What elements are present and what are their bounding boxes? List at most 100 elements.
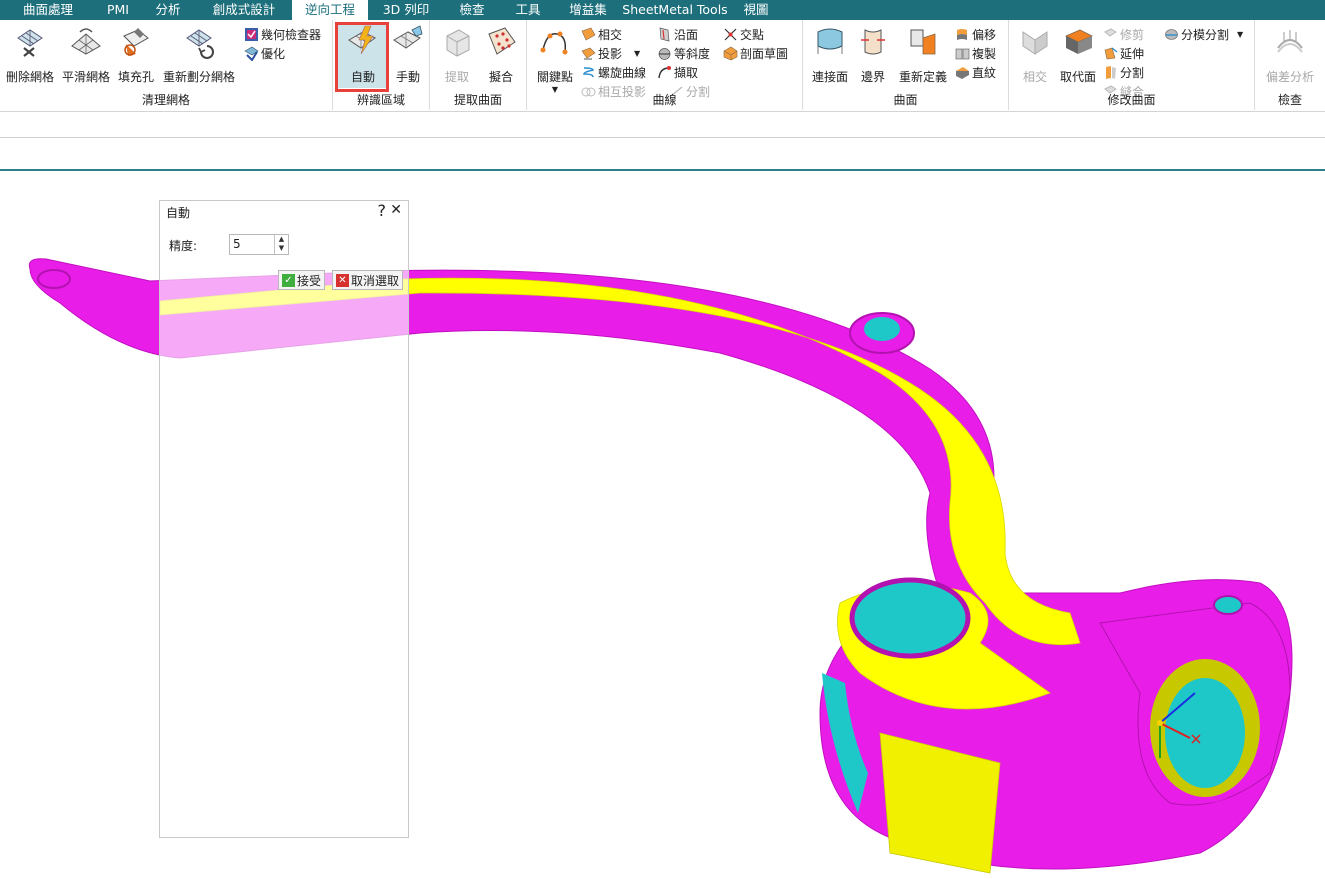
accept-button[interactable]: ✓ 接受: [278, 270, 326, 290]
section-sketch-button[interactable]: 剖面草圖: [723, 44, 788, 62]
cancel-selection-label: 取消選取: [351, 273, 400, 288]
close-icon[interactable]: ✕: [390, 202, 402, 218]
fit-button[interactable]: 擬合: [480, 24, 522, 85]
geometry-checker-button[interactable]: 幾何檢查器: [244, 25, 321, 43]
intersection-point-button[interactable]: 交點: [723, 25, 764, 43]
delete-mesh-icon: [17, 29, 43, 57]
stepper-up-icon[interactable]: ▲: [275, 235, 288, 244]
offset-button[interactable]: 偏移: [955, 25, 996, 43]
key-points-button[interactable]: 關鍵點 ▼: [531, 24, 579, 94]
redefine-icon: [910, 29, 936, 55]
surface-split-label: 分割: [1120, 65, 1145, 80]
surface-split-button[interactable]: 分割: [1103, 63, 1144, 81]
project-icon: [581, 47, 596, 59]
copy-surface-button[interactable]: 複製: [955, 44, 996, 62]
deviation-icon: [1277, 30, 1303, 53]
surface-intersect-button[interactable]: 相交: [1015, 24, 1055, 85]
spiral-curve-button[interactable]: 螺旋曲線: [581, 63, 646, 81]
offset-icon: [957, 28, 967, 40]
group-surfaces: 連接面 邊界 重新定義 偏移 複製 直紋 曲面: [803, 20, 1009, 110]
boundary-icon: [861, 29, 885, 55]
ribbon: 刪除網格 平滑網格 填充孔 重新劃分網格 幾何檢查器 優化 清理網格 自動 手動…: [0, 20, 1325, 112]
optimize-button[interactable]: 優化: [244, 44, 285, 62]
blend-icon: [817, 28, 843, 54]
extract-button[interactable]: 提取: [436, 24, 478, 85]
tab-pmi[interactable]: PMI: [96, 0, 140, 20]
intersect-icon: [1022, 31, 1048, 55]
copy-surface-label: 複製: [972, 46, 997, 61]
tab-generative-design[interactable]: 創成式設計: [196, 0, 292, 20]
fill-hole-button[interactable]: 填充孔: [115, 24, 157, 85]
intersection-point-icon: [724, 28, 737, 40]
curve-intersect-label: 相交: [598, 27, 623, 42]
menu-bar: 曲面處理 PMI 分析 創成式設計 逆向工程 3D 列印 檢查 工具 增益集 S…: [0, 0, 1325, 20]
group-curves: 關鍵點 ▼ 相交 投影 ▼ 螺旋曲線 相互投影 沿面 等斜度 擷取 分割 交點 …: [527, 20, 803, 110]
isocline-button[interactable]: 等斜度: [657, 44, 710, 62]
precision-value[interactable]: 5: [233, 237, 241, 251]
tab-add-ins[interactable]: 增益集: [556, 0, 620, 20]
ruled-button[interactable]: 直紋: [955, 63, 996, 81]
smooth-mesh-icon: [71, 28, 101, 55]
project-label: 投影: [598, 46, 623, 61]
delete-mesh-label: 刪除網格: [5, 70, 54, 84]
delete-mesh-button[interactable]: 刪除網格: [4, 24, 56, 85]
remesh-icon: [186, 29, 214, 59]
extract-label: 提取: [444, 70, 469, 84]
optimize-icon: [244, 46, 259, 61]
replace-face-button[interactable]: 取代面: [1055, 24, 1101, 85]
parting-split-dropdown-icon[interactable]: ▼: [1237, 30, 1243, 39]
manual-region-icon: [393, 25, 423, 49]
section-sketch-label: 剖面草圖: [740, 46, 789, 61]
key-points-icon: [540, 31, 568, 55]
geometry-checker-label: 幾何檢查器: [261, 27, 322, 42]
along-face-button[interactable]: 沿面: [657, 25, 698, 43]
parting-split-label: 分模分割: [1181, 27, 1230, 42]
spiral-curve-label: 螺旋曲線: [598, 65, 647, 80]
project-button[interactable]: 投影 ▼: [581, 44, 640, 62]
surface-intersect-label: 相交: [1022, 70, 1047, 84]
tab-tools[interactable]: 工具: [500, 0, 556, 20]
curve-intersect-button[interactable]: 相交: [581, 25, 622, 43]
isocline-icon: [658, 47, 671, 60]
remesh-button[interactable]: 重新劃分網格: [159, 24, 239, 85]
tab-analysis[interactable]: 分析: [140, 0, 196, 20]
manual-region-button[interactable]: 手動: [389, 24, 427, 85]
deviation-analysis-label: 偏差分析: [1265, 70, 1314, 84]
tab-reverse-engineering[interactable]: 逆向工程: [292, 0, 368, 20]
smooth-mesh-label: 平滑網格: [61, 70, 110, 84]
boundary-button[interactable]: 邊界: [853, 24, 893, 85]
trim-button[interactable]: 修剪: [1103, 25, 1144, 43]
along-face-icon: [659, 27, 670, 41]
extend-button[interactable]: 延伸: [1103, 44, 1144, 62]
tab-inspect[interactable]: 檢查: [444, 0, 500, 20]
group-label-inspect: 檢查: [1277, 93, 1302, 107]
optimize-label: 優化: [261, 46, 286, 61]
smooth-mesh-button[interactable]: 平滑網格: [58, 24, 114, 85]
help-icon[interactable]: ?: [378, 201, 387, 220]
tab-view[interactable]: 視圖: [730, 0, 782, 20]
deviation-analysis-button[interactable]: 偏差分析: [1259, 24, 1321, 85]
project-dropdown-icon[interactable]: ▼: [634, 49, 640, 58]
mesh-bracket-hole: [1213, 595, 1243, 615]
redefine-button[interactable]: 重新定義: [895, 24, 951, 85]
group-label-clean-mesh: 清理網格: [141, 93, 190, 107]
blend-button[interactable]: 連接面: [809, 24, 851, 85]
extend-icon: [1104, 46, 1118, 59]
stepper-down-icon[interactable]: ▼: [275, 244, 288, 253]
parting-split-button[interactable]: 分模分割 ▼: [1164, 25, 1243, 43]
tab-surface-processing[interactable]: 曲面處理: [0, 0, 96, 20]
trim-icon: [1104, 27, 1117, 37]
auto-dialog: 自動 ? ✕ 精度: 5 ▲ ▼ ✓ 接受 ✕ 取消選取: [159, 200, 409, 838]
surface-split-icon: [1106, 65, 1116, 79]
boundary-label: 邊界: [860, 70, 885, 84]
command-bar: [0, 113, 1325, 138]
tab-sheetmetal-tools[interactable]: SheetMetal Tools: [620, 0, 730, 20]
precision-stepper[interactable]: 5 ▲ ▼: [229, 234, 289, 255]
remesh-label: 重新劃分網格: [162, 70, 235, 84]
group-modify-surface: 相交 取代面 修剪 延伸 分割 縫合 分模分割 ▼ 修改曲面: [1009, 20, 1255, 110]
tab-3d-print[interactable]: 3D 列印: [368, 0, 444, 20]
key-points-label: 關鍵點: [536, 70, 573, 84]
cancel-selection-button[interactable]: ✕ 取消選取: [332, 270, 404, 290]
section-sketch-icon: [723, 46, 738, 60]
extract-curve-button[interactable]: 擷取: [657, 63, 698, 81]
